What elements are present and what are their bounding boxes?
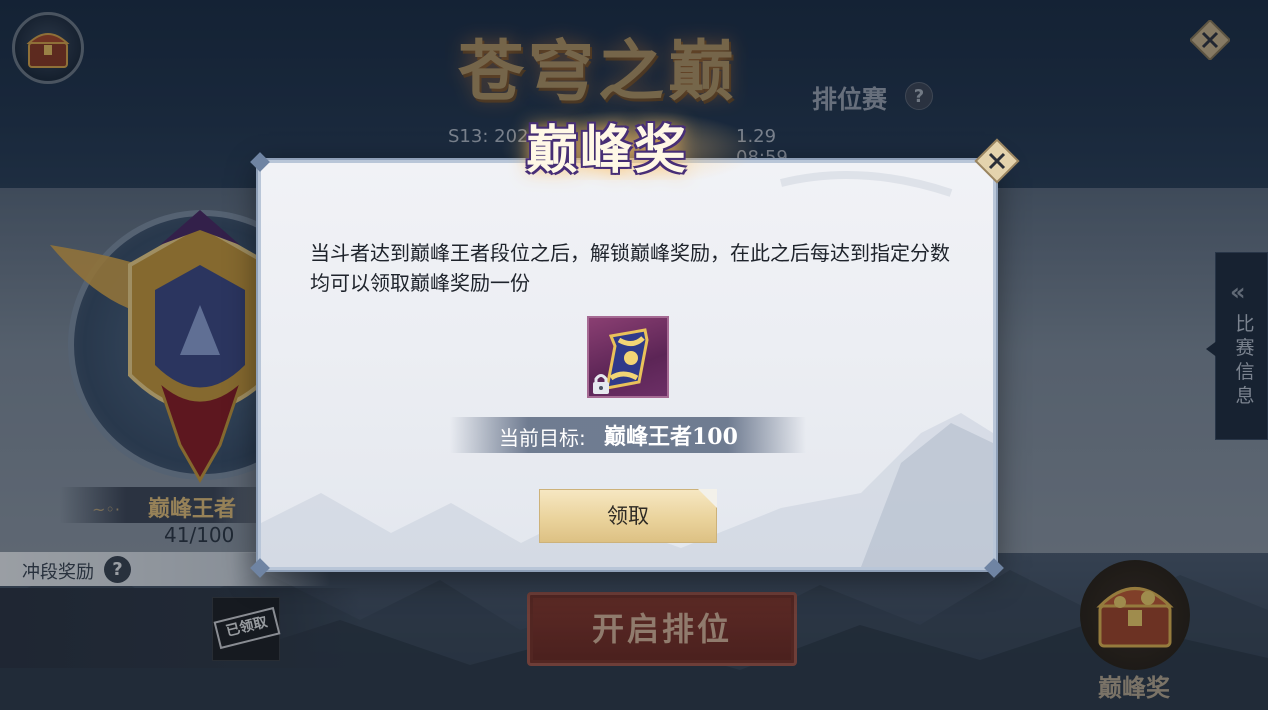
claim-button-label: 领取 xyxy=(607,504,649,528)
target-value: 巅峰王者100 xyxy=(604,424,738,450)
lock-icon xyxy=(593,374,609,394)
reward-item[interactable] xyxy=(587,316,669,398)
target-label: 当前目标: xyxy=(499,426,586,450)
game-screen: 苍穹之巅 排位赛 ? S13: 202 1.29 08:59 ~◦· 巅峰王者 … xyxy=(0,0,1268,710)
close-icon[interactable] xyxy=(974,138,1020,184)
dialog-description: 当斗者达到巅峰王者段位之后，解锁巅峰奖励，在此之后每达到指定分数均可以领取巅峰奖… xyxy=(310,241,950,295)
dialog-title: 巅峰奖 xyxy=(526,120,689,181)
